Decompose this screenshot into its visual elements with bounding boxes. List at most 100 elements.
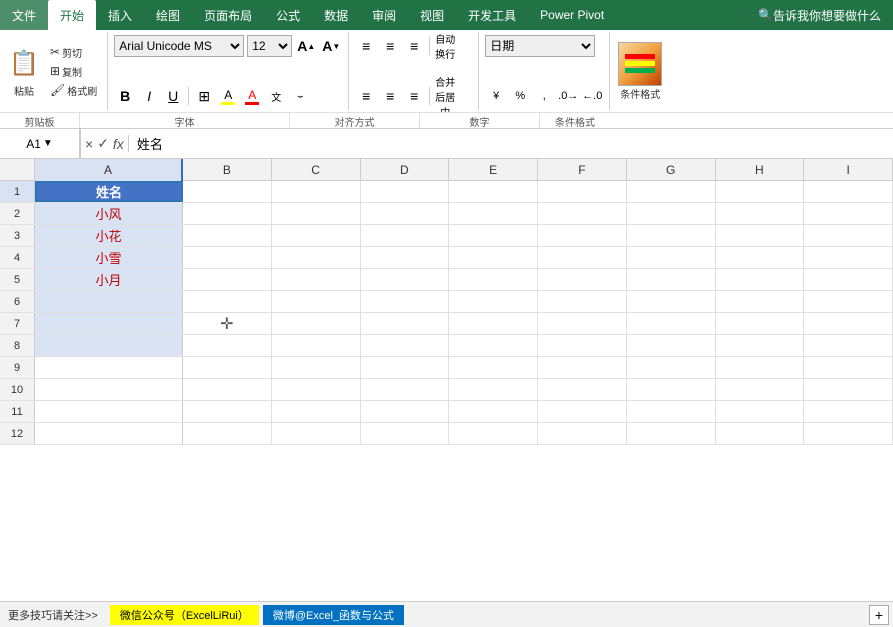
row-num-2[interactable]: 2 (0, 203, 35, 224)
cell-a7[interactable] (35, 313, 183, 334)
cell-d7[interactable] (361, 313, 450, 334)
cell-f1[interactable] (538, 181, 627, 202)
cell-b2[interactable] (183, 203, 272, 224)
align-middle-center-button[interactable]: ≡ (379, 85, 401, 107)
cell-a6[interactable] (35, 291, 183, 312)
cell-a5[interactable]: 小月 (35, 269, 183, 290)
tab-file[interactable]: 文件 (0, 0, 48, 30)
cell-i5[interactable] (804, 269, 893, 290)
cell-e6[interactable] (449, 291, 538, 312)
cell-c1[interactable] (272, 181, 361, 202)
tab-home[interactable]: 开始 (48, 0, 96, 30)
cell-g5[interactable] (627, 269, 716, 290)
cell-i6[interactable] (804, 291, 893, 312)
caret-button[interactable]: ⌣ (289, 85, 311, 107)
cell-h7[interactable] (716, 313, 805, 334)
cell-h3[interactable] (716, 225, 805, 246)
col-header-h[interactable]: H (716, 159, 805, 181)
cell-g7[interactable] (627, 313, 716, 334)
tab-insert[interactable]: 插入 (96, 0, 144, 30)
cell-b4[interactable] (183, 247, 272, 268)
cell-h4[interactable] (716, 247, 805, 268)
cell-f2[interactable] (538, 203, 627, 224)
row-num-3[interactable]: 3 (0, 225, 35, 246)
cell-b1[interactable] (183, 181, 272, 202)
cell-b6[interactable] (183, 291, 272, 312)
cell-h6[interactable] (716, 291, 805, 312)
decrease-font-button[interactable]: A▼ (320, 35, 342, 57)
cell-reference-box[interactable]: A1 ▼ (0, 129, 80, 158)
cell-d1[interactable] (361, 181, 450, 202)
weixin-badge[interactable]: 微信公众号（ExcelLiRui） (110, 605, 259, 625)
comma-button[interactable]: , (533, 85, 555, 107)
cell-f5[interactable] (538, 269, 627, 290)
align-top-center-button[interactable]: ≡ (379, 35, 401, 57)
cell-i1[interactable] (804, 181, 893, 202)
tab-formula[interactable]: 公式 (264, 0, 312, 30)
font-size-select[interactable]: 12 (247, 35, 292, 57)
function-icon[interactable]: fx (113, 136, 124, 152)
tab-review[interactable]: 审阅 (360, 0, 408, 30)
tab-page-layout[interactable]: 页面布局 (192, 0, 264, 30)
col-header-c[interactable]: C (272, 159, 361, 181)
cell-h2[interactable] (716, 203, 805, 224)
cell-d5[interactable] (361, 269, 450, 290)
font-color-button[interactable]: A (241, 85, 263, 107)
cell-c4[interactable] (272, 247, 361, 268)
italic-button[interactable]: I (138, 85, 160, 107)
cell-g6[interactable] (627, 291, 716, 312)
cell-g2[interactable] (627, 203, 716, 224)
cell-e2[interactable] (449, 203, 538, 224)
cell-a3[interactable]: 小花 (35, 225, 183, 246)
cell-e3[interactable] (449, 225, 538, 246)
number-format-select[interactable]: 日期 (485, 35, 595, 57)
cell-e7[interactable] (449, 313, 538, 334)
underline-button[interactable]: U (162, 85, 184, 107)
col-header-b[interactable]: B (183, 159, 272, 181)
paste-button[interactable]: 📋 粘贴 (6, 45, 42, 98)
align-middle-left-button[interactable]: ≡ (355, 85, 377, 107)
bold-button[interactable]: B (114, 85, 136, 107)
row-num-5[interactable]: 5 (0, 269, 35, 290)
cell-e1[interactable] (449, 181, 538, 202)
cell-i4[interactable] (804, 247, 893, 268)
cell-c3[interactable] (272, 225, 361, 246)
cell-g3[interactable] (627, 225, 716, 246)
cell-a4[interactable]: 小雪 (35, 247, 183, 268)
formula-input[interactable] (129, 129, 893, 158)
fill-color-button[interactable]: A (217, 85, 239, 107)
cell-f3[interactable] (538, 225, 627, 246)
confirm-icon[interactable]: ✓ (97, 135, 109, 152)
cell-e4[interactable] (449, 247, 538, 268)
merge-center-button[interactable]: 合并后居中 (434, 85, 456, 107)
cell-b5[interactable] (183, 269, 272, 290)
row-num-1[interactable]: 1 (0, 181, 35, 202)
col-header-a[interactable]: A (35, 159, 183, 181)
row-num-12[interactable]: 12 (0, 423, 35, 444)
row-num-6[interactable]: 6 (0, 291, 35, 312)
align-top-right-button[interactable]: ≡ (403, 35, 425, 57)
cell-f7[interactable] (538, 313, 627, 334)
tab-developer[interactable]: 开发工具 (456, 0, 528, 30)
cell-e5[interactable] (449, 269, 538, 290)
wen-button[interactable]: 文 (265, 85, 287, 107)
cell-d6[interactable] (361, 291, 450, 312)
decrease-decimal-button[interactable]: ←.0 (581, 85, 603, 107)
row-num-11[interactable]: 11 (0, 401, 35, 422)
percent-button[interactable]: % (509, 85, 531, 107)
col-header-d[interactable]: D (361, 159, 450, 181)
font-name-select[interactable]: Arial Unicode MS (114, 35, 244, 57)
border-button[interactable]: ⊞ (193, 85, 215, 107)
ribbon-search[interactable]: 🔍 告诉我你想要做什么 (746, 0, 893, 30)
col-header-e[interactable]: E (449, 159, 538, 181)
wrap-text-button[interactable]: 自动换行 (434, 35, 456, 57)
format-painter-button[interactable]: 🖌格式刷 (46, 82, 101, 99)
currency-button[interactable]: ¥ (485, 85, 507, 107)
tab-draw[interactable]: 绘图 (144, 0, 192, 30)
cell-f4[interactable] (538, 247, 627, 268)
cell-d4[interactable] (361, 247, 450, 268)
cell-c5[interactable] (272, 269, 361, 290)
increase-font-button[interactable]: A▲ (295, 35, 317, 57)
conditional-format-button[interactable]: 条件格式 (618, 42, 662, 101)
col-header-f[interactable]: F (538, 159, 627, 181)
